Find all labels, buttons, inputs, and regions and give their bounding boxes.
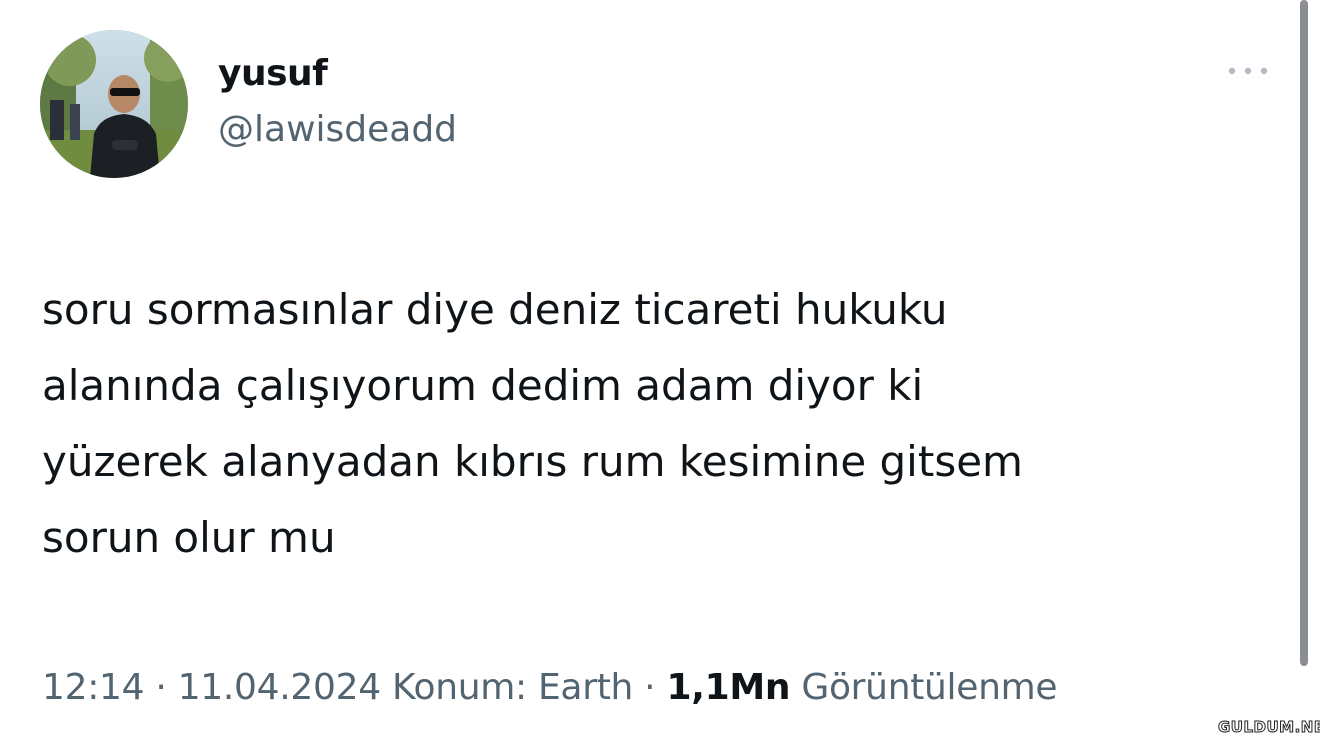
- meta-separator: ·: [633, 667, 667, 708]
- scrollbar[interactable]: [1300, 0, 1308, 666]
- tweet-date[interactable]: 11.04.2024: [178, 667, 381, 708]
- tweet-card: yusuf @lawisdeadd soru sormasınlar diye …: [0, 0, 1320, 738]
- tweet-text-line: soru sormasınlar diye deniz ticareti huk…: [42, 285, 948, 334]
- views-label: Görüntülenme: [801, 667, 1058, 708]
- tweet-text: soru sormasınlar diye deniz ticareti huk…: [42, 272, 1242, 576]
- tweet-text-line: alanında çalışıyorum dedim adam diyor ki: [42, 361, 924, 410]
- more-horizontal-icon: [1228, 67, 1268, 75]
- tweet-text-line: yüzerek alanyadan kıbrıs rum kesimine gi…: [42, 437, 1023, 486]
- author-handle[interactable]: @lawisdeadd: [218, 108, 457, 152]
- author-display-name[interactable]: yusuf: [218, 52, 328, 96]
- views-count[interactable]: 1,1Mn: [666, 667, 790, 708]
- avatar[interactable]: [40, 30, 188, 178]
- avatar-photo-icon: [40, 30, 188, 178]
- tweet-time[interactable]: 12:14: [42, 667, 145, 708]
- meta-separator: ·: [144, 667, 178, 708]
- watermark: GULDUM.NET: [1217, 718, 1320, 737]
- tweet-location: Konum: Earth: [391, 667, 634, 708]
- tweet-meta: 12:14 · 11.04.2024 Konum: Earth · 1,1Mn …: [42, 664, 1058, 712]
- tweet-text-line: sorun olur mu: [42, 513, 336, 562]
- more-options-button[interactable]: [1222, 56, 1274, 86]
